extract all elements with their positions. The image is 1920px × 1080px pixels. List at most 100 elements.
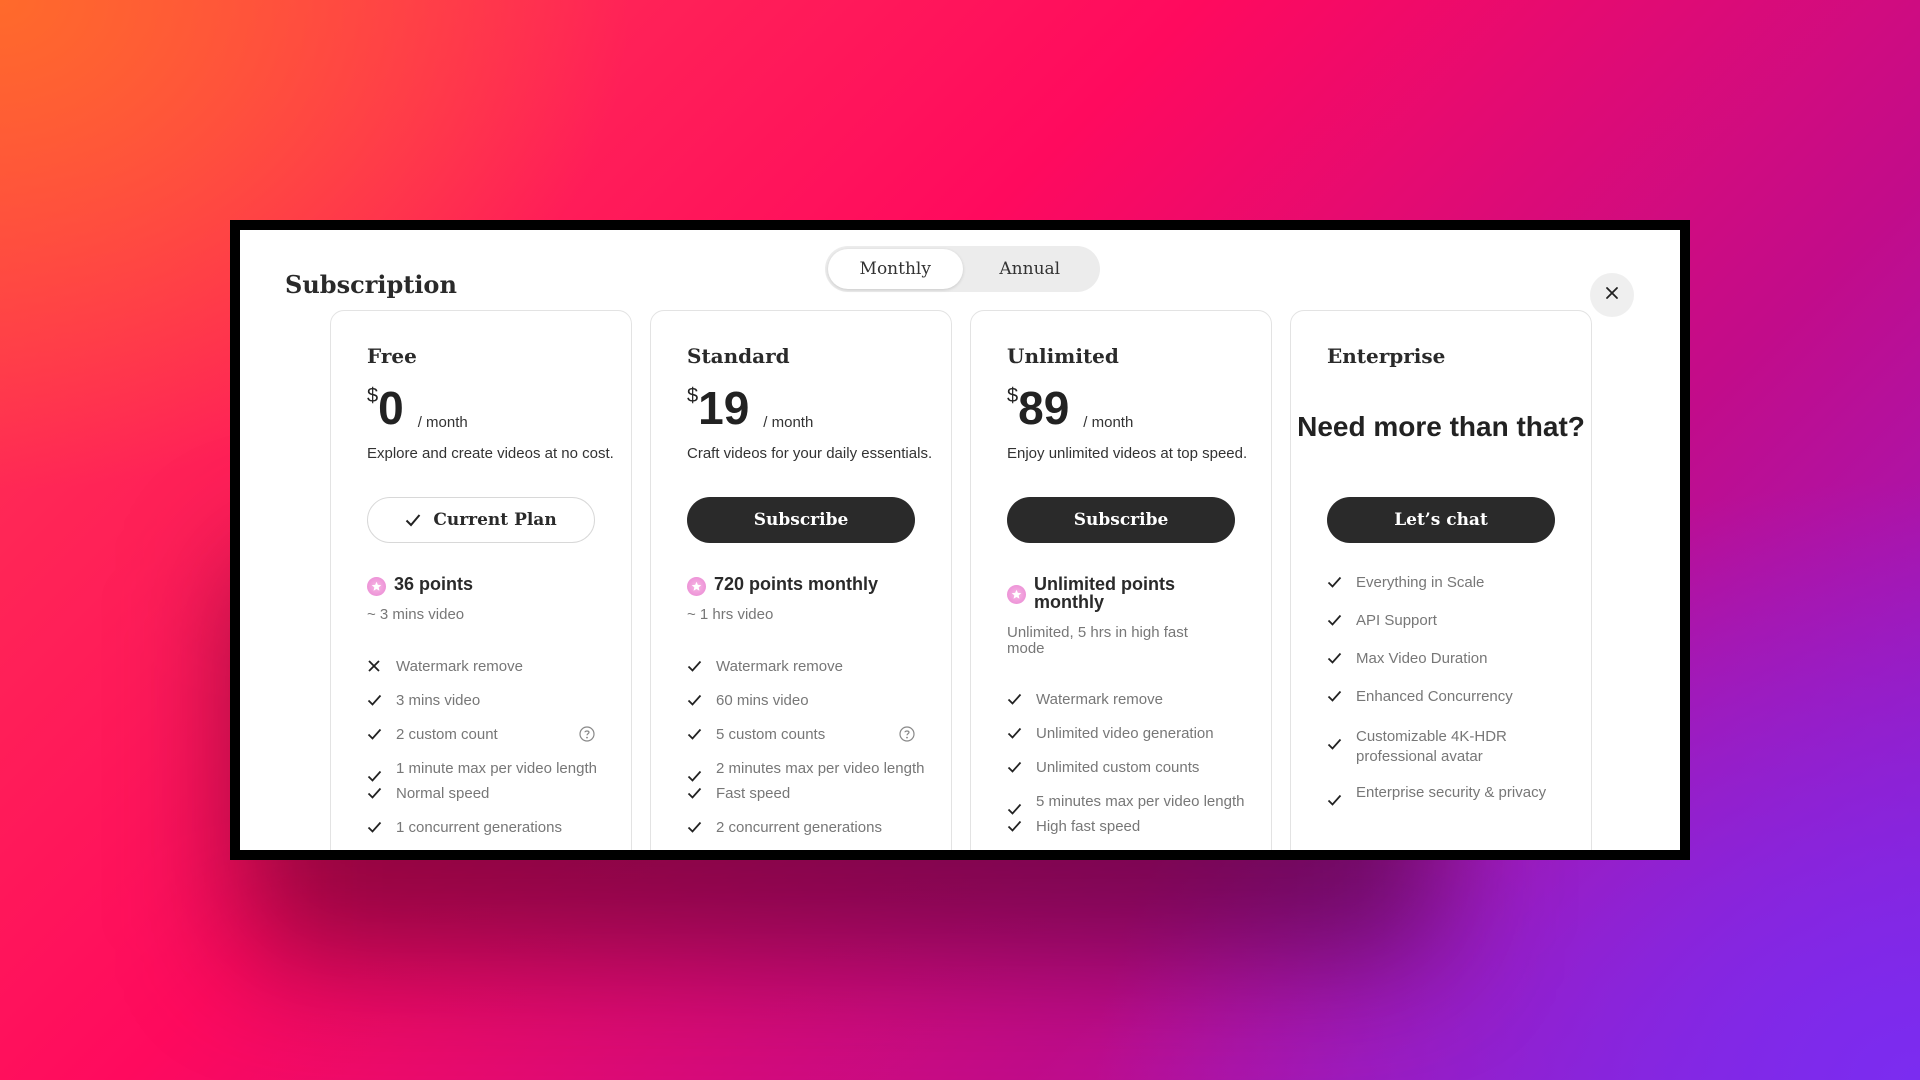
- check-icon: [367, 769, 382, 783]
- feature-text: Customizable 4K-HDR professional avatar: [1356, 728, 1507, 765]
- monthly-tab[interactable]: Monthly: [828, 249, 963, 289]
- feature-item: Unlimited video generation: [1007, 726, 1247, 742]
- feature-text: 2 custom count: [396, 726, 498, 743]
- price-period: / month: [1083, 414, 1134, 431]
- points-star-icon: [687, 577, 706, 596]
- current-plan-button[interactable]: Current Plan: [367, 497, 595, 543]
- feature-list: Watermark remove 3 mins video 2 custom c…: [367, 659, 607, 836]
- feature-text: Max Video Duration: [1356, 650, 1488, 667]
- feature-text: Everything in Scale: [1356, 574, 1485, 591]
- feature-item: Enterprise security & privacy: [1327, 783, 1551, 806]
- feature-item: API Support: [1327, 613, 1551, 629]
- check-icon: [1327, 575, 1342, 589]
- subscribe-button[interactable]: Subscribe: [687, 497, 915, 543]
- check-icon: [1007, 726, 1022, 740]
- feature-text: 5 custom counts: [716, 726, 826, 743]
- feature-item: 1 minute max per video length: [367, 761, 607, 782]
- feature-text: Watermark remove: [1036, 691, 1163, 708]
- points-label: 36 points: [394, 574, 474, 594]
- feature-item: Watermark remove: [687, 659, 927, 675]
- close-icon: [1605, 286, 1619, 305]
- check-icon: [1327, 613, 1342, 627]
- price-amount: 19: [698, 382, 750, 434]
- check-icon: [1327, 651, 1342, 665]
- feature-text: 60 mins video: [716, 692, 809, 709]
- feature-item: 2 minutes max per video length: [687, 761, 927, 782]
- feature-item: Watermark remove: [1007, 692, 1247, 708]
- feature-text: 5 minutes max per video length: [1036, 793, 1245, 810]
- billing-period-toggle: Monthly Annual: [825, 246, 1100, 292]
- price-period: / month: [417, 414, 468, 431]
- plan-name: Standard: [687, 344, 790, 368]
- check-icon: [367, 820, 382, 834]
- feature-list: Watermark remove 60 mins video 5 custom …: [687, 659, 927, 836]
- feature-item: 2 concurrent generations: [687, 820, 927, 836]
- feature-text: Normal speed: [396, 785, 490, 802]
- feature-text: Watermark remove: [716, 658, 843, 675]
- plan-card-free: Free $ 0 / month Explore and create vide…: [330, 310, 632, 850]
- cross-icon: [367, 659, 381, 673]
- plan-name: Enterprise: [1327, 344, 1446, 368]
- check-icon: [367, 786, 382, 800]
- plan-card-standard: Standard $ 19 / month Craft videos for y…: [650, 310, 952, 850]
- check-icon: [1007, 760, 1022, 774]
- help-icon[interactable]: [579, 726, 595, 742]
- enterprise-headline: Need more than that?: [1297, 411, 1585, 442]
- price-period: / month: [763, 414, 814, 431]
- plan-description: Enjoy unlimited videos at top speed.: [1007, 445, 1248, 462]
- check-icon: [687, 769, 702, 783]
- check-icon: [1007, 692, 1022, 706]
- feature-item: Unlimited custom counts: [1007, 760, 1247, 776]
- feature-text: Enhanced Concurrency: [1356, 688, 1513, 705]
- feature-item: High fast speed: [1007, 819, 1247, 835]
- check-icon: [687, 727, 702, 741]
- check-icon: [687, 693, 702, 707]
- points-label: 720 points monthly: [714, 574, 879, 594]
- feature-item: Max Video Duration: [1327, 651, 1551, 667]
- check-icon: [405, 513, 421, 527]
- feature-text: 3 mins video: [396, 692, 481, 709]
- feature-list: Everything in Scale API Support Max Vide…: [1327, 575, 1551, 806]
- currency-symbol: $: [367, 385, 379, 407]
- plan-price: $ 89 / month: [1007, 383, 1133, 433]
- points-subtext: ~ 1 hrs video: [687, 606, 774, 623]
- points-subtext: ~ 3 mins video: [367, 606, 465, 623]
- subscribe-button[interactable]: Subscribe: [1007, 497, 1235, 543]
- check-icon: [367, 693, 382, 707]
- feature-item: Everything in Scale: [1327, 575, 1551, 591]
- points-subtext: Unlimited, 5 hrs in high fast mode: [1007, 624, 1188, 657]
- help-icon[interactable]: [899, 726, 915, 742]
- modal-title: Subscription: [285, 270, 457, 299]
- feature-text: High fast speed: [1036, 818, 1141, 835]
- screenshot-frame: Subscription Monthly Annual Free $ 0 / m…: [230, 220, 1690, 860]
- feature-text: Enterprise security & privacy: [1356, 784, 1547, 801]
- points-summary: Unlimited points monthly: [1007, 575, 1207, 611]
- feature-item: Fast speed: [687, 786, 927, 802]
- plan-price: $ 19 / month: [687, 383, 813, 433]
- feature-text: Unlimited video generation: [1036, 725, 1214, 742]
- price-amount: 89: [1018, 382, 1070, 434]
- check-icon: [687, 659, 702, 673]
- points-label: Unlimited points monthly: [1034, 574, 1175, 612]
- check-icon: [1327, 793, 1342, 807]
- plan-name: Unlimited: [1007, 344, 1119, 368]
- check-icon: [687, 820, 702, 834]
- feature-item: Normal speed: [367, 786, 607, 802]
- feature-item: 1 concurrent generations: [367, 820, 607, 836]
- check-icon: [1327, 737, 1342, 751]
- subscription-modal: Subscription Monthly Annual Free $ 0 / m…: [240, 230, 1680, 850]
- feature-item: 2 custom count: [367, 726, 607, 743]
- feature-item: 3 mins video: [367, 693, 607, 709]
- currency-symbol: $: [1007, 385, 1019, 407]
- lets-chat-button[interactable]: Let’s chat: [1327, 497, 1555, 543]
- annual-tab[interactable]: Annual: [963, 249, 1098, 289]
- points-summary: 720 points monthly: [687, 575, 878, 596]
- feature-item: Customizable 4K-HDR professional avatar: [1327, 727, 1551, 767]
- check-icon: [1007, 819, 1022, 833]
- check-icon: [1327, 689, 1342, 703]
- close-button[interactable]: [1590, 273, 1634, 317]
- points-star-icon: [367, 577, 386, 596]
- feature-text: Unlimited custom counts: [1036, 759, 1200, 776]
- feature-item: Watermark remove: [367, 659, 607, 675]
- feature-item: 5 custom counts: [687, 726, 927, 743]
